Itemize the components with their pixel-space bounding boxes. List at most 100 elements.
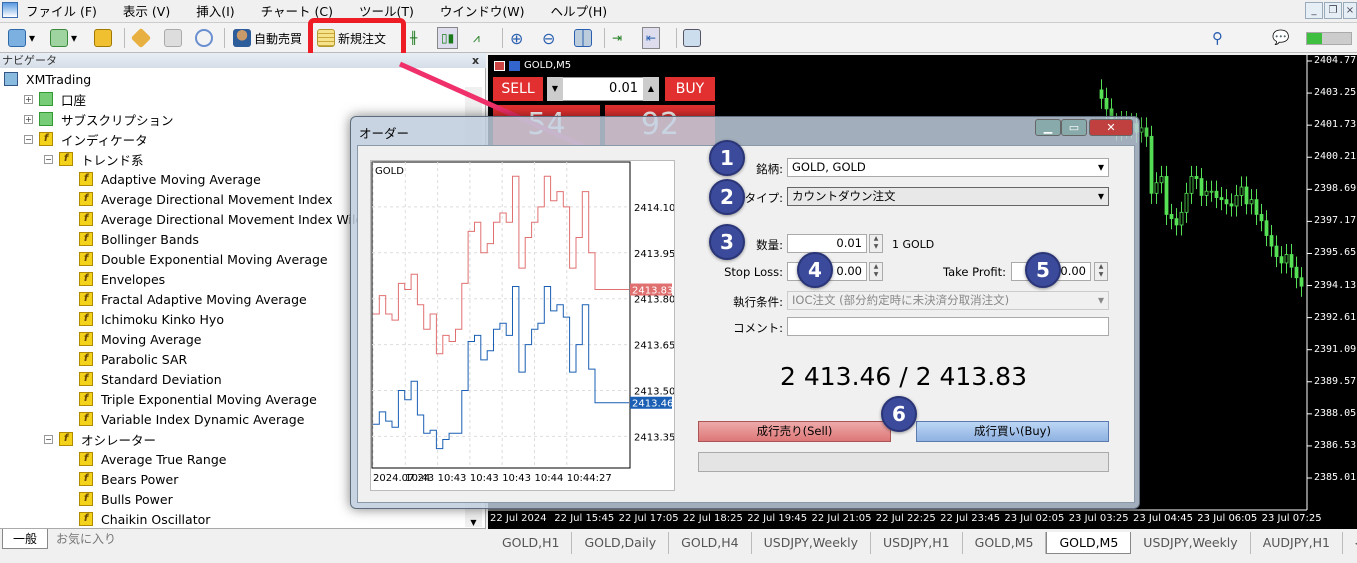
time-label: 23 Jul 06:05 (1197, 513, 1258, 524)
tree-item[interactable]: f Ichimoku Kinko Hyo (64, 309, 224, 329)
fill-policy-select[interactable]: IOC注文 (部分約定時に未決済分取消注文) (787, 291, 1109, 310)
indicator-icon: f (79, 372, 93, 386)
chart-tab[interactable]: GOLD,H4 (669, 532, 752, 554)
tree-item[interactable]: f Average Directional Movement Index (64, 189, 332, 209)
tree-item[interactable]: − f インディケータ (24, 129, 148, 149)
x-tick-label: 10:44:27 (567, 473, 612, 484)
chart-tab[interactable]: AUDJPY,H1 (1251, 532, 1343, 554)
menu-tools[interactable]: ツール(T) (347, 1, 428, 20)
navigator-button[interactable] (130, 27, 152, 49)
tree-item[interactable]: − f オシレーター (44, 429, 156, 449)
tree-item[interactable]: f Average Directional Movement Index Wild… (64, 209, 376, 229)
tab-favorites[interactable]: お気に入り (46, 529, 126, 549)
chart-shift-button[interactable]: ⇤ (642, 27, 661, 49)
market-buy-button[interactable]: 成行買い(Buy) (916, 421, 1109, 442)
menu-insert[interactable]: 挿入(I) (184, 1, 248, 20)
zoom-in-button[interactable]: ⊕ (510, 27, 523, 49)
tree-item[interactable]: f Double Exponential Moving Average (64, 249, 328, 269)
market-sell-button[interactable]: 成行売り(Sell) (698, 421, 891, 442)
type-select[interactable]: カウントダウン注文 (787, 187, 1109, 206)
menu-window[interactable]: ウインドウ(W) (428, 1, 539, 20)
tree-item[interactable]: + 口座 (24, 89, 86, 109)
accounts-icon (39, 92, 53, 106)
navigator-icon (130, 27, 152, 49)
tree-item[interactable]: f Variable Index Dynamic Average (64, 409, 304, 429)
tree-item-label: Variable Index Dynamic Average (101, 411, 305, 427)
tree-item[interactable]: + サブスクリプション (24, 109, 174, 129)
new-chart-button[interactable]: ▾ (8, 27, 35, 49)
expander-icon[interactable]: − (44, 434, 53, 444)
tab-scroll-arrows[interactable]: ◂ ▸ (1343, 532, 1357, 554)
chart-tab[interactable]: GOLD,H1 (490, 532, 573, 554)
menu-file[interactable]: ファイル (F) (14, 1, 111, 20)
menu-help[interactable]: ヘルプ(H) (539, 1, 622, 20)
line-chart-button[interactable]: ⩘ (473, 27, 480, 49)
tree-item[interactable]: f Triple Exponential Moving Average (64, 389, 317, 409)
y-tick-label: 2413.95 (634, 249, 674, 260)
symbol-select[interactable]: GOLD, GOLD (787, 158, 1109, 177)
bar-chart-button[interactable]: ╫ (410, 27, 417, 49)
signals-button[interactable] (195, 27, 213, 49)
sell-button[interactable]: SELL (493, 77, 543, 101)
comment-input[interactable] (787, 317, 1109, 336)
candlestick-button[interactable]: ▯▮ (437, 27, 459, 49)
tree-item-label: トレンド系 (81, 152, 144, 168)
search-button[interactable]: ⚲ (1212, 27, 1223, 49)
lot-decrease-button[interactable]: ▼ (547, 77, 563, 101)
auto-trade-button[interactable]: 自動売買 (233, 27, 302, 49)
candle (1194, 176, 1199, 179)
menu-chart[interactable]: チャート (C) (249, 1, 347, 20)
chart-tab[interactable]: USDJPY,Weekly (1131, 532, 1251, 554)
stop-loss-stepper[interactable]: ▲ ▼ (869, 262, 883, 281)
candle (1234, 195, 1239, 207)
templates-button[interactable] (683, 27, 701, 49)
tree-item[interactable]: f Bears Power (64, 469, 178, 489)
tree-item[interactable]: f Fractal Adaptive Moving Average (64, 289, 307, 309)
chart-tab[interactable]: USDJPY,Weekly (752, 532, 872, 554)
comment-label: コメント: (733, 321, 783, 335)
restore-button[interactable]: ❐ (1324, 2, 1342, 19)
tree-item[interactable]: f Bollinger Bands (64, 229, 199, 249)
expander-icon[interactable]: + (24, 114, 33, 124)
tree-item[interactable]: f Moving Average (64, 329, 201, 349)
tree-item[interactable]: f Parabolic SAR (64, 349, 187, 369)
expander-icon[interactable]: − (44, 154, 53, 164)
auto-scroll-button[interactable]: ⇥ (612, 27, 622, 49)
expander-icon[interactable]: − (24, 134, 33, 144)
dialog-minimize-button[interactable]: ▁ (1035, 119, 1061, 136)
market-watch-button[interactable] (94, 27, 112, 49)
lot-increase-button[interactable]: ▲ (643, 77, 659, 101)
tab-general[interactable]: 一般 (2, 529, 49, 549)
chart-tab[interactable]: GOLD,Daily (572, 532, 670, 554)
chart-tab[interactable]: GOLD,M5 (1046, 532, 1132, 554)
tree-item[interactable]: f Adaptive Moving Average (64, 169, 261, 189)
dialog-maximize-button[interactable]: ▭ (1061, 119, 1087, 136)
tree-item[interactable]: f Bulls Power (64, 489, 173, 509)
ask-line (373, 175, 629, 355)
tree-item[interactable]: f Envelopes (64, 269, 165, 289)
menu-view[interactable]: 表示 (V) (111, 1, 184, 20)
time-label: 22 Jul 21:05 (811, 513, 872, 524)
minimize-button[interactable]: _ (1305, 2, 1323, 19)
tree-item[interactable]: f Average True Range (64, 449, 226, 469)
buy-button[interactable]: BUY (665, 77, 715, 101)
profiles-button[interactable]: ▾ (50, 27, 77, 49)
dialog-close-button[interactable]: ✕ (1089, 119, 1133, 136)
tile-windows-button[interactable] (574, 27, 592, 49)
take-profit-stepper[interactable]: ▲ ▼ (1094, 262, 1108, 281)
tree-item[interactable]: f Chaikin Oscillator (64, 509, 210, 529)
chart-tab[interactable]: GOLD,M5 (963, 532, 1047, 554)
navigator-close-button[interactable]: x (472, 53, 479, 68)
tree-item[interactable]: f Standard Deviation (64, 369, 222, 389)
zoom-out-button[interactable]: ⊖ (542, 27, 555, 49)
expander-icon[interactable]: + (24, 94, 33, 104)
terminal-button[interactable] (164, 27, 182, 49)
chart-tab[interactable]: USDJPY,H1 (871, 532, 963, 554)
tree-item[interactable]: − f トレンド系 (44, 149, 144, 169)
tree-item[interactable]: XMTrading (4, 69, 91, 89)
close-button[interactable]: × (1343, 2, 1357, 19)
chat-button[interactable]: 💬 (1272, 27, 1289, 49)
candle (1224, 199, 1229, 205)
volume-input[interactable]: 0.01 (787, 234, 867, 253)
volume-stepper[interactable]: ▲ ▼ (869, 234, 883, 253)
